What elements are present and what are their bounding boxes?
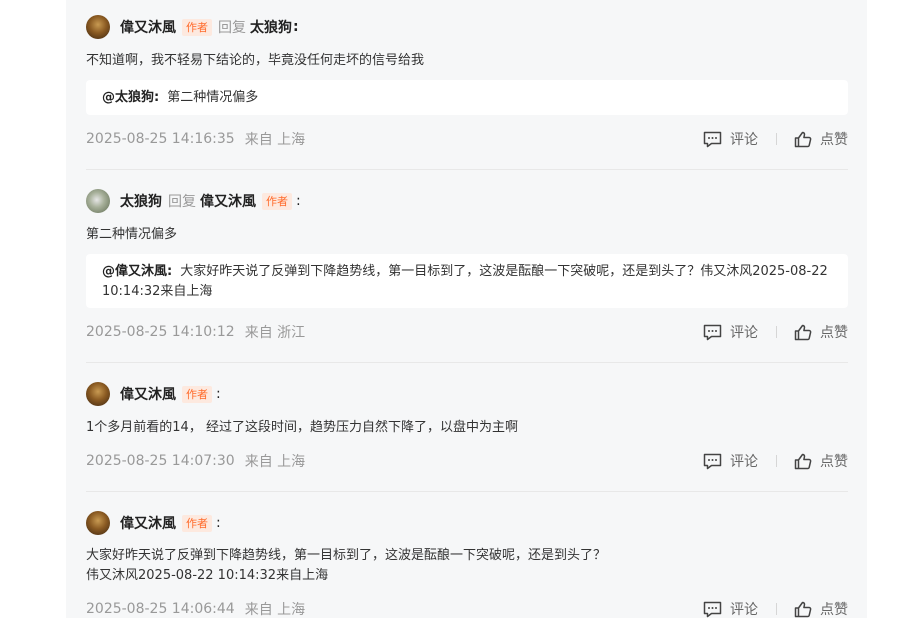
comment-label: 评论 xyxy=(730,132,758,148)
comment-text-line: 伟又沐风2025-08-22 10:14:32来自上海 xyxy=(86,568,329,583)
location: 来自 浙江 xyxy=(244,325,306,341)
author-badge: 作者 xyxy=(182,18,212,36)
timestamp: 2025-08-25 14:10:12 xyxy=(86,324,235,340)
comment-icon xyxy=(703,601,722,618)
comment-item: 偉又沐風 作者 回复 太狼狗 : 不知道啊，我不轻易下结论的，毕竟没任何走坏的信… xyxy=(86,15,848,155)
location: 来自 上海 xyxy=(244,132,306,148)
comment-text-line: 大家好昨天说了反弹到下降趋势线，第一目标到了，这波是酝酿一下突破呢，还是到头了？ xyxy=(86,548,607,563)
colon: : xyxy=(216,515,221,531)
author-badge: 作者 xyxy=(262,192,292,210)
comment-button[interactable]: 评论 xyxy=(703,129,758,149)
colon: : xyxy=(216,386,221,402)
comment-item: 太狼狗 回复 偉又沐風 作者 : 第二种情况偏多 @偉又沐風: 大家好昨天说了反弹… xyxy=(86,189,848,349)
avatar[interactable] xyxy=(86,511,110,535)
comment-label: 评论 xyxy=(730,325,758,341)
avatar[interactable] xyxy=(86,382,110,406)
comment-divider xyxy=(86,169,848,170)
username[interactable]: 偉又沐風 xyxy=(120,384,176,404)
colon: : xyxy=(296,193,301,209)
comment-item: 偉又沐風 作者 : 1个多月前看的14， 经过了这段时间，趋势压力自然下降了，以… xyxy=(86,382,848,482)
comment-text: 第二种情况偏多 xyxy=(86,227,178,242)
timestamp: 2025-08-25 14:07:30 xyxy=(86,453,235,469)
comment-text: 大家好昨天说了反弹到下降趋势线，第一目标到了，这波是酝酿一下突破呢，还是到头了？… xyxy=(86,546,848,586)
comment-icon xyxy=(703,131,722,148)
thumbs-up-icon xyxy=(794,601,812,618)
avatar[interactable] xyxy=(86,15,110,39)
thumbs-up-icon xyxy=(794,324,812,341)
timestamp: 2025-08-25 14:16:35 xyxy=(86,131,235,147)
reply-label: 回复 xyxy=(218,20,246,36)
author-badge: 作者 xyxy=(182,514,212,532)
comment-icon xyxy=(703,324,722,341)
username[interactable]: 太狼狗 xyxy=(120,191,162,211)
colon: : xyxy=(293,19,299,35)
reply-label: 回复 xyxy=(168,194,196,210)
thumbs-up-icon xyxy=(794,131,812,148)
comment-button[interactable]: 评论 xyxy=(703,322,758,342)
thumbs-up-icon xyxy=(794,453,812,470)
like-label: 点赞 xyxy=(820,325,848,341)
like-button[interactable]: 点赞 xyxy=(794,129,848,149)
divider xyxy=(776,603,777,615)
like-label: 点赞 xyxy=(820,602,848,618)
quoted-comment: @偉又沐風: 大家好昨天说了反弹到下降趋势线，第一目标到了，这波是酝酿一下突破呢，… xyxy=(86,254,848,308)
location: 来自 上海 xyxy=(244,602,306,618)
comment-divider xyxy=(86,362,848,363)
comment-label: 评论 xyxy=(730,602,758,618)
location: 来自 上海 xyxy=(244,454,306,470)
quoted-username[interactable]: @太狼狗: xyxy=(102,90,159,105)
like-button[interactable]: 点赞 xyxy=(794,451,848,471)
comment-divider xyxy=(86,491,848,492)
quoted-text: 第二种情况偏多 xyxy=(167,90,259,105)
like-button[interactable]: 点赞 xyxy=(794,599,848,619)
quoted-text: 大家好昨天说了反弹到下降趋势线，第一目标到了，这波是酝酿一下突破呢，还是到头了？… xyxy=(102,264,828,299)
reply-target-username[interactable]: 偉又沐風 xyxy=(200,191,256,211)
quoted-username[interactable]: @偉又沐風: xyxy=(102,264,172,279)
divider xyxy=(776,326,777,338)
comment-text: 1个多月前看的14， 经过了这段时间，趋势压力自然下降了，以盘中为主啊 xyxy=(86,420,518,435)
comment-text: 不知道啊，我不轻易下结论的，毕竟没任何走坏的信号给我 xyxy=(86,53,425,68)
comment-button[interactable]: 评论 xyxy=(703,451,758,471)
comment-item: 偉又沐風 作者 : 大家好昨天说了反弹到下降趋势线，第一目标到了，这波是酝酿一下… xyxy=(86,511,848,618)
like-button[interactable]: 点赞 xyxy=(794,322,848,342)
like-label: 点赞 xyxy=(820,132,848,148)
username[interactable]: 偉又沐風 xyxy=(120,513,176,533)
comment-icon xyxy=(703,453,722,470)
like-label: 点赞 xyxy=(820,454,848,470)
timestamp: 2025-08-25 14:06:44 xyxy=(86,601,235,617)
username[interactable]: 偉又沐風 xyxy=(120,17,176,37)
comment-button[interactable]: 评论 xyxy=(703,599,758,619)
avatar[interactable] xyxy=(86,189,110,213)
author-badge: 作者 xyxy=(182,385,212,403)
divider xyxy=(776,455,777,467)
divider xyxy=(776,133,777,145)
quoted-comment: @太狼狗: 第二种情况偏多 xyxy=(86,80,848,115)
reply-target-username[interactable]: 太狼狗 xyxy=(250,17,292,37)
comment-label: 评论 xyxy=(730,454,758,470)
